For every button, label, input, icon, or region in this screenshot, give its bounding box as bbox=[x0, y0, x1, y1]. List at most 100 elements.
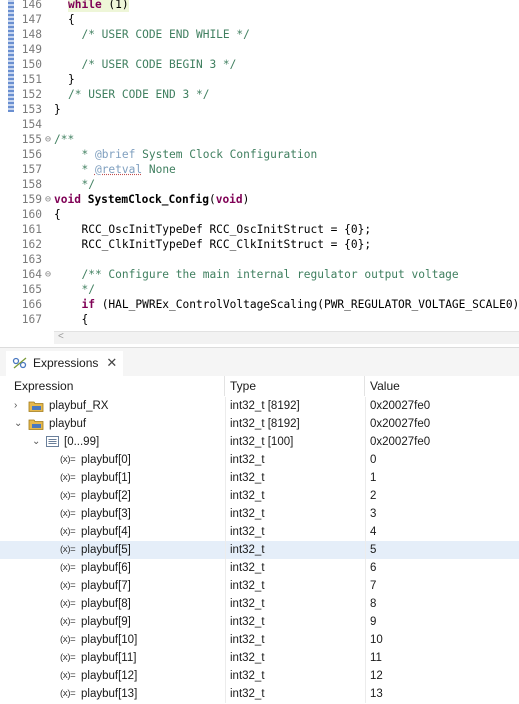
column-header-expression[interactable]: Expression bbox=[0, 376, 225, 396]
table-row[interactable]: (x)= playbuf[1] int32_t 1 bbox=[0, 469, 519, 487]
expression-value[interactable]: 12 bbox=[370, 667, 383, 685]
table-row[interactable]: (x)= playbuf[9] int32_t 9 bbox=[0, 613, 519, 631]
column-divider bbox=[365, 541, 366, 559]
code-line[interactable]: 149 bbox=[0, 42, 519, 57]
expression-value[interactable]: 4 bbox=[370, 523, 376, 541]
table-row[interactable]: ⌄ playbuf int32_t [8192] 0x20027fe0 bbox=[0, 415, 519, 433]
code-token: SystemClock_Config bbox=[87, 193, 209, 206]
code-token: RCC_ClkInitTypeDef RCC_ClkInitStruct = {… bbox=[68, 238, 372, 251]
table-row[interactable]: (x)= playbuf[5] int32_t 5 bbox=[0, 541, 519, 559]
table-row[interactable]: (x)= playbuf[4] int32_t 4 bbox=[0, 523, 519, 541]
code-token: { bbox=[68, 313, 89, 326]
code-text: if (HAL_PWREx_ControlVoltageScaling(PWR_… bbox=[68, 297, 519, 312]
expression-value[interactable]: 0x20027fe0 bbox=[370, 433, 430, 451]
code-token: ( bbox=[208, 193, 216, 206]
code-line[interactable]: 151} bbox=[0, 72, 519, 87]
fold-toggle-icon[interactable]: ⊖ bbox=[43, 267, 53, 282]
column-divider bbox=[225, 667, 226, 685]
expression-value[interactable]: 13 bbox=[370, 685, 383, 703]
column-divider bbox=[365, 397, 366, 415]
line-number: 167 bbox=[21, 313, 42, 326]
expression-name: playbuf[3] bbox=[81, 508, 131, 520]
code-line[interactable]: 148 /* USER CODE END WHILE */ bbox=[0, 27, 519, 42]
table-row[interactable]: (x)= playbuf[10] int32_t 10 bbox=[0, 631, 519, 649]
expression-value[interactable]: 0x20027fe0 bbox=[370, 415, 430, 433]
horizontal-scrollbar[interactable]: < bbox=[54, 331, 519, 344]
code-line[interactable]: 153} bbox=[0, 102, 519, 117]
expression-value[interactable]: 3 bbox=[370, 505, 376, 523]
view-tab-bar: Expressions ✕ bbox=[0, 347, 519, 377]
code-token: */ bbox=[68, 283, 95, 296]
expression-value[interactable]: 9 bbox=[370, 613, 376, 631]
table-row[interactable]: (x)= playbuf[12] int32_t 12 bbox=[0, 667, 519, 685]
code-line[interactable]: 161 RCC_OscInitTypeDef RCC_OscInitStruct… bbox=[0, 222, 519, 237]
expression-value[interactable]: 0x20027fe0 bbox=[370, 397, 430, 415]
table-row[interactable]: (x)= playbuf[0] int32_t 0 bbox=[0, 451, 519, 469]
expression-value[interactable]: 6 bbox=[370, 559, 376, 577]
code-line[interactable]: 156 * @brief System Clock Configuration bbox=[0, 147, 519, 162]
code-line[interactable]: 152 /* USER CODE END 3 */ bbox=[0, 87, 519, 102]
code-line[interactable]: 155 ⊖/** bbox=[0, 132, 519, 147]
expression-name: playbuf[1] bbox=[81, 472, 131, 484]
scroll-left-icon[interactable]: < bbox=[58, 331, 64, 342]
code-line[interactable]: 159 ⊖ void SystemClock_Config(void) bbox=[0, 192, 519, 207]
code-line[interactable]: 166 if (HAL_PWREx_ControlVoltageScaling(… bbox=[0, 297, 519, 312]
table-row[interactable]: › playbuf_RX int32_t [8192] 0x20027fe0 bbox=[0, 397, 519, 415]
expression-name: playbuf bbox=[49, 418, 87, 430]
code-line[interactable]: 160 { bbox=[0, 207, 519, 222]
table-row[interactable]: (x)= playbuf[3] int32_t 3 bbox=[0, 505, 519, 523]
fold-toggle-icon[interactable]: ⊖ bbox=[43, 132, 53, 147]
expression-value[interactable]: 5 bbox=[370, 541, 376, 559]
expression-value[interactable]: 1 bbox=[370, 469, 376, 487]
close-icon[interactable]: ✕ bbox=[106, 355, 117, 371]
expression-name: playbuf[0] bbox=[81, 454, 131, 466]
code-line[interactable]: 154 bbox=[0, 117, 519, 132]
expression-value[interactable]: 0 bbox=[370, 451, 376, 469]
code-line[interactable]: 147 { bbox=[0, 12, 519, 27]
code-line[interactable]: 157 * @retval None bbox=[0, 162, 519, 177]
code-editor[interactable]: 146 while (1) 147 {148 /* USER CODE END WHI… bbox=[0, 0, 519, 345]
column-divider bbox=[365, 415, 366, 433]
code-line[interactable]: 162 RCC_ClkInitTypeDef RCC_ClkInitStruct… bbox=[0, 237, 519, 252]
expression-value[interactable]: 10 bbox=[370, 631, 383, 649]
code-line[interactable]: 150 /* USER CODE BEGIN 3 */ bbox=[0, 57, 519, 72]
code-token: { bbox=[54, 208, 61, 221]
code-text: /* USER CODE BEGIN 3 */ bbox=[68, 57, 236, 72]
table-row[interactable]: (x)= playbuf[7] int32_t 7 bbox=[0, 577, 519, 595]
code-line[interactable]: 164 ⊖ /** Configure the main internal reg… bbox=[0, 267, 519, 282]
chevron-down-icon[interactable]: ⌄ bbox=[32, 433, 40, 451]
column-header-value[interactable]: Value bbox=[365, 376, 519, 396]
column-header-type[interactable]: Type bbox=[225, 376, 365, 396]
chevron-down-icon[interactable]: ⌄ bbox=[14, 415, 22, 433]
table-row[interactable]: (x)= playbuf[6] int32_t 6 bbox=[0, 559, 519, 577]
code-line[interactable]: 167 { bbox=[0, 312, 519, 327]
code-line[interactable]: 158 */ bbox=[0, 177, 519, 192]
table-row[interactable]: ⌄ [0...99] int32_t [100] 0x20027fe0 bbox=[0, 433, 519, 451]
column-divider bbox=[225, 451, 226, 469]
code-line[interactable]: 146 while (1) bbox=[0, 0, 519, 12]
code-token: ) bbox=[242, 193, 250, 206]
code-text: { bbox=[68, 312, 88, 327]
column-divider bbox=[365, 505, 366, 523]
table-row[interactable]: (x)= playbuf[8] int32_t 8 bbox=[0, 595, 519, 613]
column-divider bbox=[365, 523, 366, 541]
table-row[interactable]: (x)= playbuf[11] int32_t 11 bbox=[0, 649, 519, 667]
expression-value[interactable]: 7 bbox=[370, 577, 376, 595]
code-line[interactable]: 165 */ bbox=[0, 282, 519, 297]
line-number: 153 bbox=[21, 103, 42, 116]
code-token: while bbox=[68, 0, 102, 11]
column-divider bbox=[225, 559, 226, 577]
chevron-right-icon[interactable]: › bbox=[14, 397, 17, 415]
tab-expressions[interactable]: Expressions ✕ bbox=[6, 351, 124, 377]
expression-value[interactable]: 2 bbox=[370, 487, 376, 505]
expression-value[interactable]: 11 bbox=[370, 649, 382, 667]
table-row[interactable]: (x)= playbuf[2] int32_t 2 bbox=[0, 487, 519, 505]
code-line[interactable]: 163 bbox=[0, 252, 519, 267]
column-divider bbox=[225, 505, 226, 523]
code-token: */ bbox=[68, 178, 95, 191]
expression-type: int32_t bbox=[230, 508, 265, 520]
fold-toggle-icon[interactable]: ⊖ bbox=[43, 192, 53, 207]
table-row[interactable]: (x)= playbuf[13] int32_t 13 bbox=[0, 685, 519, 703]
line-number: 154 bbox=[21, 118, 42, 131]
expression-value[interactable]: 8 bbox=[370, 595, 376, 613]
